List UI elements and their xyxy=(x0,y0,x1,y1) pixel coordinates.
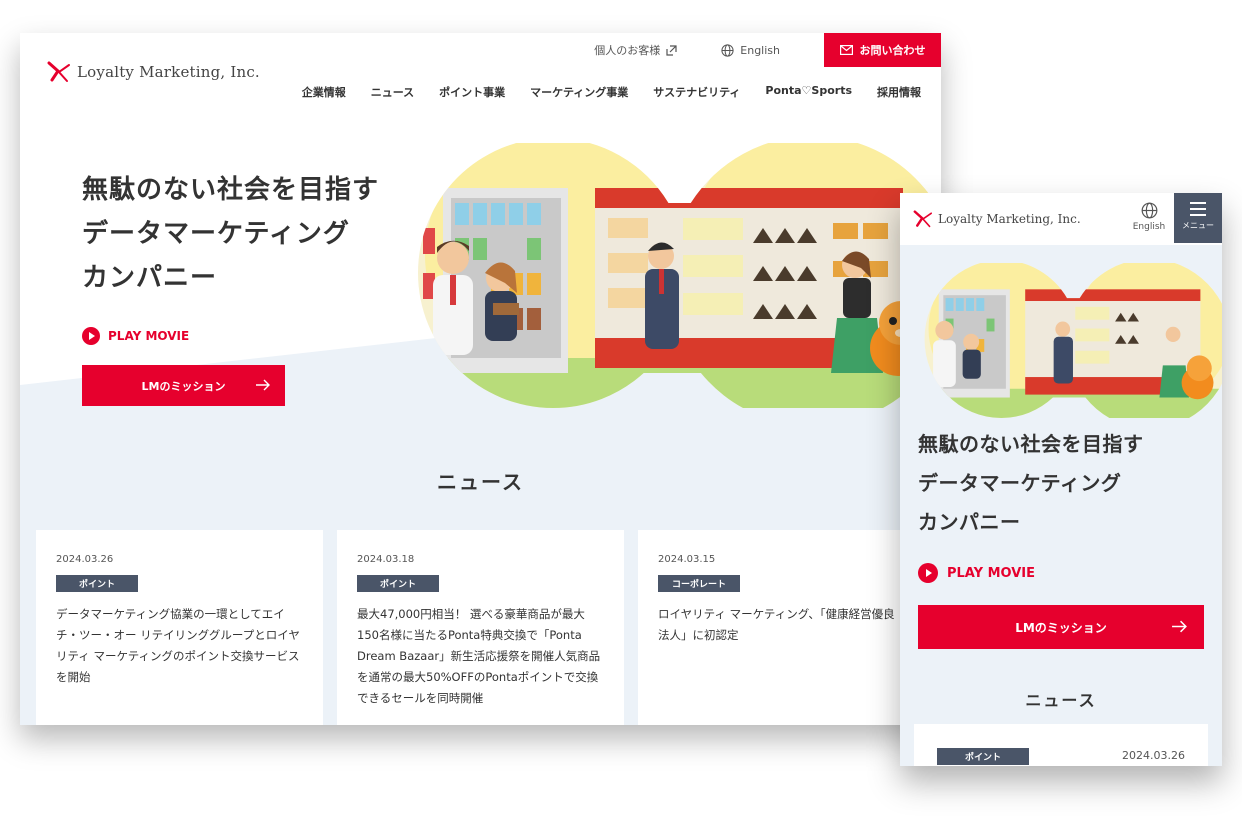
news-section-title: ニュース xyxy=(1025,691,1097,710)
desktop-screenshot: Loyalty Marketing, Inc. 個人のお客様 English お… xyxy=(20,33,941,725)
language-label: English xyxy=(1132,222,1166,232)
news-date: 2024.03.18 xyxy=(357,554,415,565)
personal-customers-link[interactable]: 個人のお客様 xyxy=(594,42,677,58)
nav-item-sustainability[interactable]: サステナビリティ xyxy=(653,84,740,100)
play-icon xyxy=(82,327,100,345)
hero-title-line: 無駄のない社会を目指す xyxy=(82,175,380,205)
hero-title-line: データマーケティング xyxy=(82,219,350,249)
mail-icon xyxy=(839,45,853,55)
news-tag: ポイント xyxy=(937,748,1029,765)
news-card[interactable]: 2024.03.26 ポイント データマーケティング協業の一環としてエイチ・ツー… xyxy=(36,530,323,725)
nav-item-point[interactable]: ポイント事業 xyxy=(439,84,505,100)
hero-title: 無駄のない社会を目指す データマーケティング カンパニー xyxy=(82,168,379,300)
news-list: 2024.03.26 ポイント データマーケティング協業の一環としてエイチ・ツー… xyxy=(36,530,925,725)
arrow-right-icon xyxy=(1172,620,1187,633)
external-link-icon xyxy=(666,44,677,56)
mission-label: LMのミッション xyxy=(141,379,226,393)
news-text: データマーケティング協業の一環としてエイチ・ツー・オー リテイリンググループとロ… xyxy=(56,607,300,684)
language-switch[interactable]: English xyxy=(1132,202,1166,232)
contact-button[interactable]: お問い合わせ xyxy=(824,33,941,67)
news-tag: ポイント xyxy=(357,575,439,592)
language-switch[interactable]: English xyxy=(721,44,780,57)
news-card[interactable]: 2024.03.18 ポイント 最大47,000円相当！ 選べる豪華商品が最大1… xyxy=(337,530,624,725)
mission-label: LMのミッション xyxy=(1015,620,1107,635)
arrow-right-icon xyxy=(256,379,270,391)
news-date: 2024.03.15 xyxy=(658,554,716,565)
hamburger-icon xyxy=(1174,202,1222,216)
logo-mark-icon xyxy=(913,210,932,228)
play-movie-link[interactable]: PLAY MOVIE xyxy=(82,327,189,345)
menu-label: メニュー xyxy=(1182,221,1214,230)
news-date: 2024.03.26 xyxy=(1122,749,1185,762)
hero-title-line: カンパニー xyxy=(918,510,1021,534)
utility-bar: 個人のお客様 English お問い合わせ xyxy=(594,33,941,67)
contact-label: お問い合わせ xyxy=(859,44,926,57)
logo-text: Loyalty Marketing, Inc. xyxy=(938,212,1081,226)
play-movie-label: PLAY MOVIE xyxy=(947,565,1035,581)
personal-label: 個人のお客様 xyxy=(594,44,661,57)
play-movie-link[interactable]: PLAY MOVIE xyxy=(918,563,1035,583)
news-tag: コーポレート xyxy=(658,575,740,592)
news-date: 2024.03.26 xyxy=(56,554,114,565)
play-icon xyxy=(918,563,938,583)
hero-title-line: データマーケティング xyxy=(918,471,1122,495)
hero-store-illustration xyxy=(924,263,1222,418)
site-logo[interactable]: Loyalty Marketing, Inc. xyxy=(913,210,1081,228)
mission-button[interactable]: LMのミッション xyxy=(918,605,1204,649)
nav-item-recruit[interactable]: 採用情報 xyxy=(877,84,921,100)
mission-button[interactable]: LMのミッション xyxy=(82,365,285,406)
globe-icon xyxy=(721,43,734,57)
mobile-header: Loyalty Marketing, Inc. English メニュー xyxy=(900,193,1222,245)
news-text: ロイヤリティ マーケティング、「健康経営優良法人」に初認定 xyxy=(658,607,895,642)
nav-item-marketing[interactable]: マーケティング事業 xyxy=(530,84,628,100)
nav-item-ponta-sports[interactable]: Ponta♡Sports xyxy=(765,84,852,100)
hero-title-line: カンパニー xyxy=(82,263,218,293)
language-label: English xyxy=(740,43,780,57)
hero-title-line: 無駄のない社会を目指す xyxy=(918,432,1144,456)
globe-icon xyxy=(1141,202,1157,219)
hero-store-illustration xyxy=(418,143,941,408)
news-tag: ポイント xyxy=(56,575,138,592)
news-card[interactable]: ポイント 2024.03.26 xyxy=(914,724,1208,766)
news-card[interactable]: 2024.03.15 コーポレート ロイヤリティ マーケティング、「健康経営優良… xyxy=(638,530,925,725)
site-logo[interactable]: Loyalty Marketing, Inc. xyxy=(47,61,260,83)
play-movie-label: PLAY MOVIE xyxy=(108,329,190,343)
global-nav: 企業情報 ニュース ポイント事業 マーケティング事業 サステナビリティ Pont… xyxy=(302,84,921,100)
logo-text: Loyalty Marketing, Inc. xyxy=(77,63,260,81)
news-text: 最大47,000円相当！ 選べる豪華商品が最大150名様に当たるPonta特典交… xyxy=(357,607,601,705)
nav-item-news[interactable]: ニュース xyxy=(371,84,414,100)
logo-mark-icon xyxy=(47,61,70,82)
news-section-title: ニュース xyxy=(437,470,524,494)
nav-item-company[interactable]: 企業情報 xyxy=(302,84,346,100)
mobile-screenshot: Loyalty Marketing, Inc. English メニュー 無駄の… xyxy=(900,193,1222,766)
menu-button[interactable]: メニュー xyxy=(1174,193,1222,243)
hero-title: 無駄のない社会を目指す データマーケティング カンパニー xyxy=(918,425,1144,542)
